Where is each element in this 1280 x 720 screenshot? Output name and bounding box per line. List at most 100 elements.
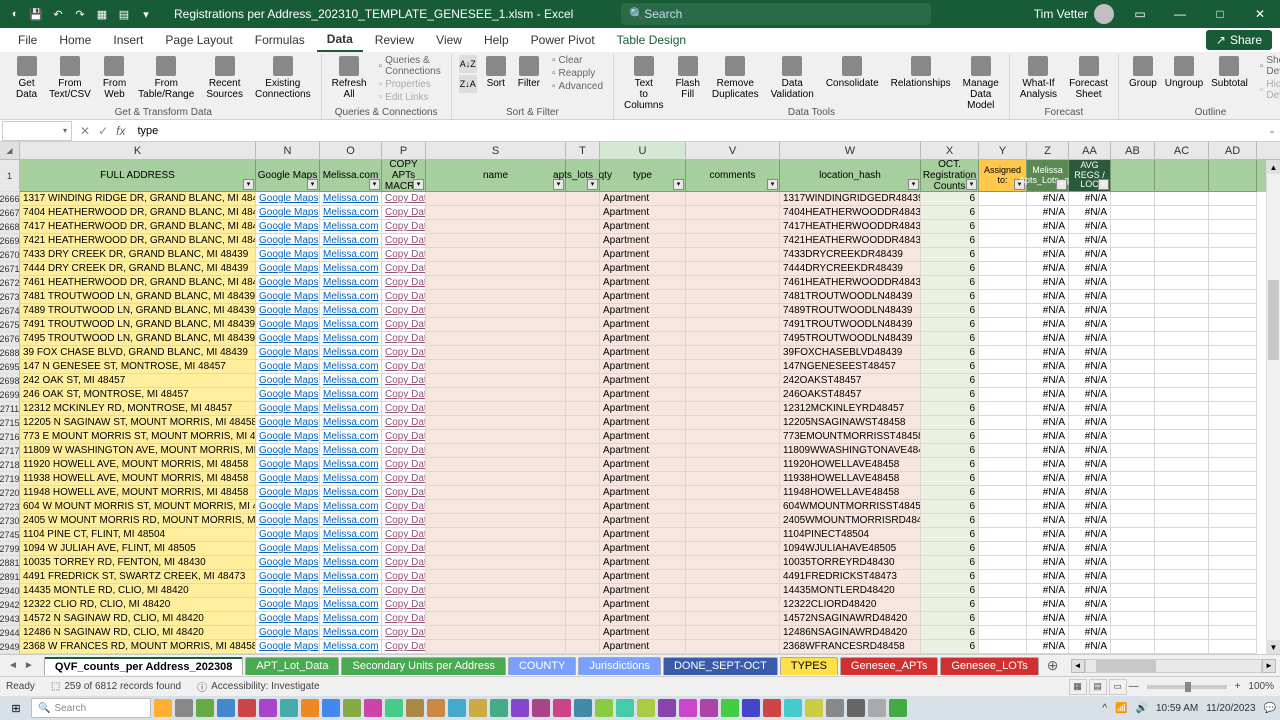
cell-assigned[interactable] xyxy=(979,206,1027,220)
cell-name[interactable] xyxy=(426,304,566,318)
cell[interactable] xyxy=(1155,332,1209,346)
cell-type[interactable]: Apartment xyxy=(600,458,686,472)
cell[interactable] xyxy=(1155,570,1209,584)
cell-assigned[interactable] xyxy=(979,360,1027,374)
table-header-K[interactable]: FULL ADDRESS▾ xyxy=(20,160,256,192)
cell[interactable] xyxy=(1155,542,1209,556)
sheet-tab-qvf-counts-per-address-202308[interactable]: QVF_counts_per Address_202308 xyxy=(44,657,244,675)
cell-oct[interactable]: 6 xyxy=(921,584,979,598)
select-all-corner[interactable]: ◢ xyxy=(0,142,20,159)
cell[interactable] xyxy=(1155,192,1209,206)
cell-assigned[interactable] xyxy=(979,556,1027,570)
cell-hash[interactable]: 12322CLIORD48420 xyxy=(780,598,921,612)
cell-comments[interactable] xyxy=(686,416,780,430)
cell[interactable] xyxy=(1209,640,1257,654)
cell-apts[interactable] xyxy=(566,514,600,528)
cell-copy-data[interactable]: Copy Data xyxy=(382,206,426,220)
cell[interactable] xyxy=(1111,332,1155,346)
cell-avg[interactable]: #N/A xyxy=(1069,304,1111,318)
cell-melissa[interactable]: Melissa.com xyxy=(320,598,382,612)
cell-copy-data[interactable]: Copy Data xyxy=(382,360,426,374)
cell[interactable] xyxy=(1155,304,1209,318)
cell-oct[interactable]: 6 xyxy=(921,248,979,262)
cell[interactable] xyxy=(1209,206,1257,220)
cell-melissa-lots[interactable]: #N/A xyxy=(1027,234,1069,248)
cell[interactable] xyxy=(1155,262,1209,276)
cell-oct[interactable]: 6 xyxy=(921,262,979,276)
cell[interactable] xyxy=(1155,584,1209,598)
filter-dropdown-icon[interactable]: ▾ xyxy=(908,179,919,190)
name-box[interactable] xyxy=(2,121,72,141)
cell-hash[interactable]: 11809WWASHINGTONAVE48458 xyxy=(780,444,921,458)
redo-icon[interactable]: ↷ xyxy=(72,6,88,22)
cell-name[interactable] xyxy=(426,444,566,458)
table-header-S[interactable]: name▾ xyxy=(426,160,566,192)
tab-help[interactable]: Help xyxy=(474,29,519,51)
cell-google-maps[interactable]: Google Maps xyxy=(256,472,320,486)
tab-view[interactable]: View xyxy=(426,29,472,51)
cell[interactable] xyxy=(1209,374,1257,388)
cell-type[interactable]: Apartment xyxy=(600,318,686,332)
row-header[interactable]: 2940 xyxy=(0,584,20,598)
cell-copy-data[interactable]: Copy Data xyxy=(382,458,426,472)
cell-name[interactable] xyxy=(426,640,566,654)
cell-address[interactable]: 14435 MONTLE RD, CLIO, MI 48420 xyxy=(20,584,256,598)
cell[interactable] xyxy=(1209,248,1257,262)
row-header[interactable]: 2720 xyxy=(0,486,20,500)
cell-melissa-lots[interactable]: #N/A xyxy=(1027,514,1069,528)
cell-melissa-lots[interactable]: #N/A xyxy=(1027,458,1069,472)
cell-melissa[interactable]: Melissa.com xyxy=(320,626,382,640)
cell-apts[interactable] xyxy=(566,584,600,598)
tab-review[interactable]: Review xyxy=(365,29,424,51)
cell[interactable] xyxy=(1111,598,1155,612)
cell-copy-data[interactable]: Copy Data xyxy=(382,388,426,402)
cell-assigned[interactable] xyxy=(979,584,1027,598)
cell[interactable] xyxy=(1111,220,1155,234)
cell-assigned[interactable] xyxy=(979,430,1027,444)
cell[interactable] xyxy=(1209,388,1257,402)
cell-oct[interactable]: 6 xyxy=(921,528,979,542)
cell-google-maps[interactable]: Google Maps xyxy=(256,514,320,528)
tray-notifications-icon[interactable]: 💬 xyxy=(1264,703,1276,714)
status-accessibility[interactable]: ⓘAccessibility: Investigate xyxy=(197,679,319,694)
cell-comments[interactable] xyxy=(686,206,780,220)
cell[interactable] xyxy=(1155,290,1209,304)
row-header[interactable]: 2688 xyxy=(0,346,20,360)
page-layout-button[interactable]: ▤ xyxy=(1089,679,1107,695)
cell-avg[interactable]: #N/A xyxy=(1069,416,1111,430)
cell-google-maps[interactable]: Google Maps xyxy=(256,444,320,458)
tray-date[interactable]: 11/20/2023 xyxy=(1206,703,1255,714)
cell[interactable] xyxy=(1111,528,1155,542)
tab-power-pivot[interactable]: Power Pivot xyxy=(521,29,605,51)
row-header[interactable]: 2673 xyxy=(0,290,20,304)
cell-avg[interactable]: #N/A xyxy=(1069,262,1111,276)
cell[interactable] xyxy=(1111,416,1155,430)
taskbar-app-icon[interactable] xyxy=(196,699,214,717)
row-header[interactable]: 2719 xyxy=(0,472,20,486)
cell-apts[interactable] xyxy=(566,486,600,500)
show-detail-button[interactable]: ▫Show Detail xyxy=(1256,54,1280,78)
cell-hash[interactable]: 39FOXCHASEBLVD48439 xyxy=(780,346,921,360)
cell-type[interactable]: Apartment xyxy=(600,598,686,612)
cell-avg[interactable]: #N/A xyxy=(1069,458,1111,472)
taskbar-app-icon[interactable] xyxy=(532,699,550,717)
cell-comments[interactable] xyxy=(686,542,780,556)
cell[interactable] xyxy=(1111,192,1155,206)
table-header-N[interactable]: Google Maps▾ xyxy=(256,160,320,192)
page-break-button[interactable]: ▭ xyxy=(1109,679,1127,695)
cell-avg[interactable]: #N/A xyxy=(1069,318,1111,332)
row-header[interactable]: 2799 xyxy=(0,542,20,556)
cell[interactable] xyxy=(1209,234,1257,248)
normal-view-button[interactable]: ▦ xyxy=(1069,679,1087,695)
cell-avg[interactable]: #N/A xyxy=(1069,598,1111,612)
table-header-W[interactable]: location_hash▾ xyxy=(780,160,921,192)
sheet-nav[interactable]: ◄► xyxy=(0,660,42,671)
minimize-button[interactable]: — xyxy=(1166,4,1194,24)
cell[interactable] xyxy=(1111,346,1155,360)
cell[interactable] xyxy=(1155,640,1209,654)
taskbar-app-icon[interactable] xyxy=(637,699,655,717)
cell-melissa[interactable]: Melissa.com xyxy=(320,304,382,318)
cell-hash[interactable]: 773EMOUNTMORRISST48458 xyxy=(780,430,921,444)
cell-comments[interactable] xyxy=(686,374,780,388)
cell[interactable] xyxy=(1111,626,1155,640)
